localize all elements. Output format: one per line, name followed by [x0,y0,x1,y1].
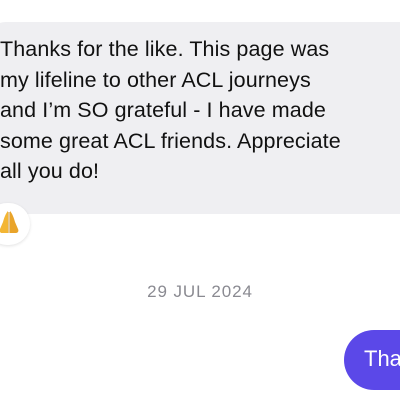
message-thread: Thanks for the like. This page was my li… [0,0,400,400]
folded-hands-icon [0,209,19,235]
incoming-message-text: Thanks for the like. This page was my li… [0,37,341,183]
date-separator: 29 JUL 2024 [147,282,253,301]
outgoing-message-bubble[interactable]: Thanks [344,330,400,390]
outgoing-message-text: Thanks [364,346,400,371]
